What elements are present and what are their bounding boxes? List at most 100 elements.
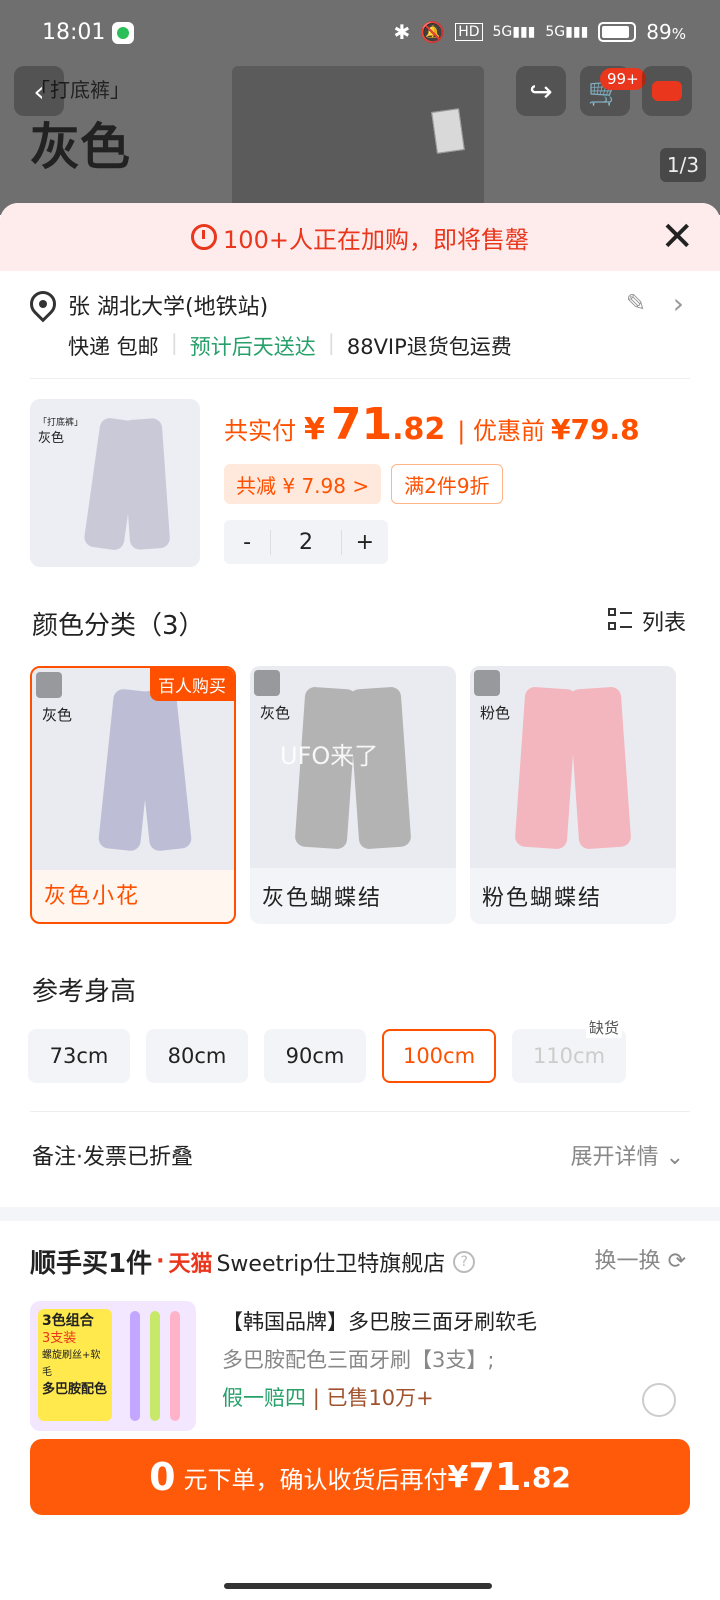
home-indicator[interactable] xyxy=(224,1583,492,1589)
add-on-header: 顺手买1件 · 天猫 Sweetrip仕卫特旗舰店 ? xyxy=(30,1243,690,1280)
place-order-button[interactable]: 0 元下单，确认收货后再付 ¥ 71 .82 xyxy=(30,1439,690,1515)
product-thumbnail[interactable]: 「打底裤」 灰色 xyxy=(30,399,200,567)
wechat-icon xyxy=(112,22,134,44)
product-tag-image xyxy=(431,108,465,154)
list-view-button[interactable]: 列表 xyxy=(607,605,686,637)
color-option[interactable]: 粉色 粉色蝴蝶结 xyxy=(470,666,676,924)
color-option-label: 灰色蝴蝶结 xyxy=(262,886,383,911)
expand-details-button[interactable]: 展开详情 ⌄ xyxy=(571,1139,684,1171)
add-on-product-title: 【韩国品牌】多巴胺三面牙刷软毛 xyxy=(222,1310,537,1334)
color-option-label: 粉色蝴蝶结 xyxy=(482,886,603,911)
divider-line xyxy=(30,1111,690,1112)
toothbrush-image xyxy=(170,1311,180,1421)
banner-text: 100+人正在加购，即将售罄 xyxy=(223,225,529,254)
back-button[interactable]: ‹ xyxy=(14,66,64,116)
height-section-title: 参考身高 xyxy=(32,977,137,1007)
quantity-value[interactable]: 2 xyxy=(270,529,342,555)
edit-icon[interactable]: ✎ xyxy=(626,289,646,317)
zoom-icon[interactable] xyxy=(36,672,62,698)
toothbrush-image xyxy=(130,1311,140,1421)
share-button[interactable]: ↪ xyxy=(516,66,566,116)
shipping-info: 快递 包邮 | 预计后天送达 | 88VIP退货包运费 xyxy=(68,331,512,361)
sku-sheet: 100+人正在加购，即将售罄 ✕ 张 湖北大学(地铁站) ✎ › 快递 包邮 |… xyxy=(0,203,720,1600)
add-on-select-radio[interactable] xyxy=(642,1383,676,1417)
thumb-title: 灰色 xyxy=(38,431,65,446)
original-label: | 优惠前 xyxy=(457,417,545,445)
height-option[interactable]: 90cm xyxy=(264,1029,366,1083)
out-of-stock-badge: 缺货 xyxy=(585,1017,622,1038)
close-button[interactable]: ✕ xyxy=(660,217,694,257)
hot-sale-badge: 百人购买 xyxy=(150,668,234,701)
vip-return: 88VIP退货包运费 xyxy=(346,335,512,359)
more-button[interactable] xyxy=(642,66,692,116)
add-on-product-image[interactable]: 3色组合 3支装 螺旋刷丝+软毛 多巴胺配色 xyxy=(30,1301,196,1431)
add-on-product-box: 3色组合 3支装 螺旋刷丝+软毛 多巴胺配色 xyxy=(38,1309,112,1421)
location-pin-icon xyxy=(24,285,62,323)
img-text: 多巴胺配色 xyxy=(42,1382,108,1397)
hd-icon: HD xyxy=(455,23,483,41)
height-option[interactable]: 73cm xyxy=(28,1029,130,1083)
status-bar: 18:01 ✱ 🔕 HD 5G▮▮▮ 5G▮▮▮ 89% xyxy=(0,0,720,66)
discount-chip[interactable]: 共减 ¥ 7.98 > xyxy=(224,464,382,504)
sold-count: | 已售10万+ xyxy=(312,1386,434,1410)
battery-icon xyxy=(598,22,637,42)
address-text: 张 湖北大学(地铁站) xyxy=(68,295,269,320)
chevron-down-icon: ⌄ xyxy=(665,1145,684,1170)
img-text: 3支装 xyxy=(42,1331,77,1346)
list-label: 列表 xyxy=(641,611,686,636)
img-text: 3色组合 xyxy=(42,1313,94,1329)
quantity-stepper: - 2 + xyxy=(224,520,388,564)
pay-label: 共实付 xyxy=(224,417,296,445)
share-icon: ↪ xyxy=(529,74,553,108)
chevron-right-icon[interactable]: › xyxy=(673,287,684,320)
add-on-logo: 顺手买1件 xyxy=(30,1249,153,1279)
quantity-plus-button[interactable]: + xyxy=(342,530,388,555)
promo-chips: 共减 ¥ 7.98 > 满2件9折 xyxy=(224,464,640,504)
quantity-minus-button[interactable]: - xyxy=(224,530,270,555)
height-options: 73cm 80cm 90cm 100cm 110cm 缺货 xyxy=(28,1017,626,1083)
divider-line xyxy=(30,378,690,379)
expand-label: 展开详情 xyxy=(570,1145,659,1170)
refresh-icon: ⟳ xyxy=(667,1249,686,1274)
help-icon[interactable]: ? xyxy=(453,1250,476,1273)
note-invoice-label: 备注·发票已折叠 xyxy=(32,1145,193,1170)
height-option-label: 110cm xyxy=(532,1044,606,1068)
store-name: Sweetrip仕卫特旗舰店 xyxy=(216,1251,446,1277)
tmall-dot: · xyxy=(156,1249,165,1274)
height-option[interactable]: 80cm xyxy=(146,1029,248,1083)
hero-title: 灰色 xyxy=(30,118,130,176)
swap-button[interactable]: 换一换 ⟳ xyxy=(595,1243,686,1275)
price-integer: 71 xyxy=(330,399,393,450)
color-option-tag: 灰色 xyxy=(260,704,291,722)
divider: | xyxy=(170,331,178,355)
toothbrush-image xyxy=(150,1311,160,1421)
zoom-icon[interactable] xyxy=(254,670,280,696)
original-price: ¥79.8 xyxy=(550,413,640,446)
watermark-text: UFO来了 xyxy=(280,742,379,770)
pant-leg xyxy=(514,686,578,850)
delivery-method: 快递 包邮 xyxy=(68,335,159,359)
image-pager: 1/3 xyxy=(660,148,706,182)
back-arrow-icon: ‹ xyxy=(33,74,45,108)
urgency-banner: 100+人正在加购，即将售罄 ✕ xyxy=(0,203,720,271)
price-decimal: .82 xyxy=(392,412,446,447)
tmall-logo: 天猫 xyxy=(168,1251,213,1277)
add-on-product-meta: 假一赔四 | 已售10万+ xyxy=(222,1379,537,1417)
color-option-tag: 灰色 xyxy=(42,706,73,724)
color-section-title: 颜色分类（3） xyxy=(32,611,205,641)
color-option[interactable]: 灰色 灰色蝴蝶结 xyxy=(250,666,456,924)
thumb-leg-right xyxy=(121,417,171,551)
color-option[interactable]: 灰色 百人购买 灰色小花 xyxy=(30,666,236,924)
status-time: 18:01 xyxy=(42,20,106,45)
height-option-selected[interactable]: 100cm xyxy=(382,1029,496,1083)
add-on-product-info: 【韩国品牌】多巴胺三面牙刷软毛 多巴胺配色三面牙刷【3支】; 假一赔四 | 已售… xyxy=(222,1303,537,1417)
color-option-image xyxy=(470,666,676,868)
cta-currency: ¥ xyxy=(447,1459,469,1495)
img-text: 螺旋刷丝+软毛 xyxy=(42,1350,101,1378)
color-option-label: 灰色小花 xyxy=(44,884,141,909)
pant-leg xyxy=(568,686,632,850)
cta-text: 元下单，确认收货后再付 xyxy=(183,1465,448,1494)
pant-leg xyxy=(133,688,193,852)
height-option-unavailable: 110cm 缺货 xyxy=(512,1017,626,1083)
zoom-icon[interactable] xyxy=(474,670,500,696)
